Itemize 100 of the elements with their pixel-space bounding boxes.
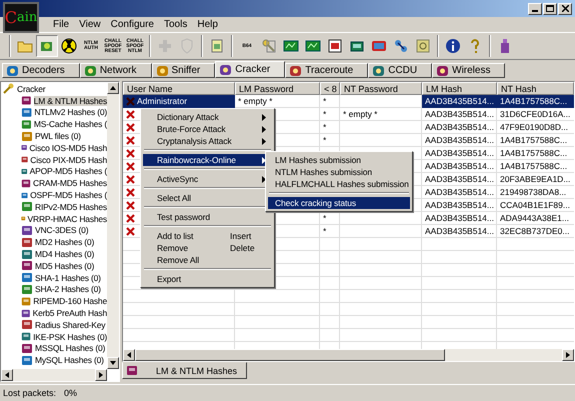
tab[interactable]: Cracker bbox=[215, 61, 286, 78]
table-cell-text: 1A4B1757588C... bbox=[499, 134, 568, 147]
menu-item[interactable]: Brute-Force Attack bbox=[143, 123, 272, 135]
tree-item[interactable]: RIPv2-MD5 Hashes bbox=[35, 202, 107, 212]
menu-bar-item[interactable]: View bbox=[74, 19, 106, 30]
tree-item[interactable]: OSPF-MD5 Hashes ( bbox=[30, 190, 107, 200]
menu-item[interactable]: HALFLMCHALL Hashes submission bbox=[268, 178, 410, 190]
hash-type-icon bbox=[21, 319, 33, 330]
hash-type-icon bbox=[21, 308, 31, 319]
column-header[interactable]: < 8 bbox=[320, 82, 340, 95]
table-cell-text: * bbox=[322, 134, 328, 147]
maximize-button[interactable] bbox=[543, 2, 557, 14]
table-cell-text: * empty * bbox=[342, 108, 378, 121]
tree-item[interactable]: MS-Cache Hashes ( bbox=[34, 119, 107, 130]
tree-item[interactable]: Radius Shared-Key bbox=[35, 320, 106, 330]
menu-item[interactable]: Export bbox=[143, 273, 272, 285]
status-label: Lost packets: bbox=[3, 388, 56, 398]
column-header[interactable]: User Name bbox=[123, 82, 235, 95]
hash-type-icon bbox=[21, 236, 33, 248]
tree-item[interactable]: MD2 Hashes (0) bbox=[35, 237, 94, 248]
minimize-button[interactable] bbox=[528, 2, 542, 14]
tree-item[interactable]: Cisco IOS-MD5 Hash bbox=[29, 142, 107, 153]
window-icon bbox=[371, 38, 387, 54]
tree-item[interactable]: VRRP-HMAC Hashes bbox=[28, 214, 107, 224]
tab-icon bbox=[436, 64, 450, 76]
table-cell-text: ADA9443A38E1... bbox=[499, 212, 570, 225]
shield-icon bbox=[179, 38, 195, 54]
column-header[interactable]: NT Password bbox=[340, 82, 422, 95]
tree-item[interactable]: PWL files (0) bbox=[35, 131, 81, 142]
status-value: 0% bbox=[64, 388, 78, 398]
tree-item[interactable]: SHA-2 Hashes (0) bbox=[35, 284, 101, 294]
table-cell-text: AAD3B435B514... bbox=[424, 186, 495, 199]
table-cell-text: AAD3B435B514... bbox=[424, 199, 495, 212]
tree-item[interactable]: VNC-3DES (0) bbox=[35, 225, 88, 236]
tab[interactable]: CCDU bbox=[368, 63, 432, 78]
tab[interactable]: LM & NTLM Hashes bbox=[122, 362, 247, 379]
menu-item[interactable]: Remove All bbox=[143, 254, 272, 266]
document-icon bbox=[209, 38, 225, 54]
menu-item[interactable]: Test password bbox=[143, 211, 272, 223]
menu-bar-item[interactable]: Help bbox=[192, 19, 223, 30]
menu-item[interactable]: Dictionary Attack bbox=[143, 111, 272, 123]
plus-icon bbox=[157, 38, 173, 54]
menu-bar-item[interactable]: File bbox=[48, 19, 74, 30]
menu-item[interactable]: Cryptanalysis Attack bbox=[143, 135, 272, 147]
tab-icon bbox=[156, 64, 168, 76]
tab[interactable]: Sniffer bbox=[152, 63, 216, 78]
hash-type-icon bbox=[21, 118, 32, 130]
hash-type-icon bbox=[21, 272, 33, 284]
lock-icon bbox=[415, 38, 431, 54]
tree-item[interactable]: SHA-1 Hashes (0) bbox=[35, 272, 101, 283]
menu-item[interactable]: Add to list Insert bbox=[143, 230, 272, 242]
app-logo: Cain bbox=[3, 2, 39, 33]
tab[interactable]: Network bbox=[80, 63, 152, 78]
horizontal-scrollbar[interactable] bbox=[1, 369, 107, 381]
menu-item[interactable]: Remove Delete bbox=[143, 242, 272, 254]
tree-item[interactable]: MD4 Hashes (0) bbox=[35, 249, 94, 260]
menu-bar-item[interactable]: Configure bbox=[106, 19, 159, 30]
tree-item[interactable]: Kerb5 PreAuth Hash bbox=[32, 308, 107, 318]
table-cell-text: * bbox=[322, 212, 328, 225]
tab[interactable]: Decoders bbox=[2, 63, 80, 78]
table-cell-text: 20F3ABE9EA1D... bbox=[499, 173, 572, 186]
tab[interactable]: Traceroute bbox=[285, 63, 368, 78]
menu-bar-item[interactable]: Tools bbox=[158, 19, 192, 30]
radiation-icon bbox=[61, 38, 77, 54]
tree-item[interactable]: MySQL Hashes (0) bbox=[35, 355, 104, 366]
table-cell-text: * empty * bbox=[237, 95, 274, 108]
tab[interactable]: Wireless bbox=[432, 63, 506, 78]
key-icon bbox=[261, 38, 277, 54]
table-cell-text: AAD3B435B514... bbox=[424, 134, 495, 147]
table-cell-text: AAD3B435B514... bbox=[424, 212, 495, 225]
close-button[interactable] bbox=[558, 2, 572, 14]
menu-item[interactable]: Check cracking status bbox=[268, 197, 410, 209]
tree-item[interactable]: RIPEMD-160 Hashe bbox=[33, 296, 107, 306]
chart-screen-icon bbox=[283, 38, 299, 54]
tree-item[interactable]: APOP-MD5 Hashes ( bbox=[30, 166, 107, 176]
submenu-arrow-icon bbox=[262, 176, 266, 182]
network-icon bbox=[393, 38, 409, 54]
hash-type-icon bbox=[21, 284, 33, 295]
tree-item[interactable]: MD5 Hashes (0) bbox=[35, 260, 94, 271]
key-icon bbox=[3, 83, 15, 94]
hash-type-icon bbox=[21, 331, 32, 342]
column-header[interactable]: LM Password bbox=[235, 82, 320, 95]
tree-item[interactable]: NTLMv2 Hashes (0) bbox=[34, 107, 107, 118]
horizontal-scrollbar[interactable] bbox=[123, 349, 574, 361]
column-header[interactable]: NT Hash bbox=[497, 82, 574, 95]
column-header[interactable]: LM Hash bbox=[422, 82, 497, 95]
tree-item[interactable]: Cracker bbox=[17, 84, 46, 94]
tab-icon bbox=[84, 64, 97, 76]
scroll-arrow-icon bbox=[109, 84, 117, 92]
tree-item[interactable]: IKE-PSK Hashes (0) bbox=[33, 332, 107, 342]
tree-item[interactable]: CRAM-MD5 Hashes bbox=[33, 178, 107, 188]
menu-item[interactable]: NTLM Hashes submission bbox=[268, 166, 410, 178]
vertical-scrollbar[interactable] bbox=[107, 82, 119, 369]
table-cell: AAD3B435B514... bbox=[422, 95, 497, 108]
tree-item[interactable]: Cisco PIX-MD5 Hash bbox=[30, 154, 107, 165]
hash-type-icon bbox=[21, 248, 33, 260]
tree-item[interactable]: LM & NTLM Hashes bbox=[34, 96, 107, 106]
table-cell: 1A4B1757588C... bbox=[497, 95, 574, 108]
tree-item[interactable]: MSSQL Hashes (0) bbox=[35, 343, 106, 354]
table-cell-text: AAD3B435B514... bbox=[424, 225, 495, 238]
